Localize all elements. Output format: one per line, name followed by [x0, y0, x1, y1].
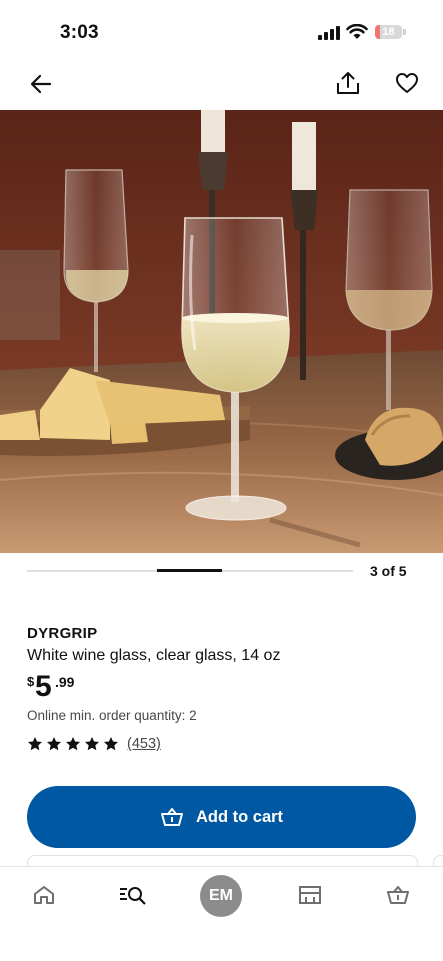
back-arrow-icon	[30, 74, 52, 94]
bottom-navigation: EM	[0, 866, 443, 961]
gallery-pager-indicator	[157, 569, 222, 572]
product-photo	[0, 110, 443, 553]
product-image[interactable]	[0, 110, 443, 553]
add-to-cart-label: Add to cart	[195, 807, 284, 826]
share-button[interactable]	[330, 64, 366, 102]
home-icon	[34, 886, 54, 904]
nav-stores[interactable]	[290, 867, 330, 923]
star-icon	[47, 737, 61, 751]
price-currency: $	[27, 674, 35, 689]
profile-avatar[interactable]: EM	[200, 875, 242, 917]
favorite-button[interactable]	[389, 65, 425, 101]
cart-icon	[160, 808, 183, 826]
cellular-signal-icon	[318, 26, 340, 40]
heart-icon	[396, 73, 418, 93]
rating-stars	[27, 736, 119, 752]
gallery-position: 3 of 5	[370, 563, 407, 579]
star-icon	[85, 737, 99, 751]
bag-icon	[387, 886, 409, 904]
clock: 3:03	[60, 22, 99, 43]
price-decimal: .99	[55, 674, 75, 690]
product-name: DYRGRIP	[27, 625, 98, 642]
review-count-link[interactable]: (453)	[127, 736, 161, 752]
product-description: White wine glass, clear glass, 14 oz	[27, 647, 281, 664]
star-icon	[104, 737, 118, 751]
product-rating[interactable]: (453)	[27, 733, 161, 755]
store-icon	[299, 886, 321, 904]
nav-cart[interactable]	[378, 867, 418, 923]
nav-home[interactable]	[24, 867, 64, 923]
search-icon	[120, 887, 146, 905]
add-to-cart-button[interactable]: Add to cart	[27, 786, 416, 848]
share-icon	[337, 72, 359, 94]
battery-level: 18	[382, 26, 395, 38]
min-order-quantity: Online min. order quantity: 2	[27, 708, 197, 723]
back-button[interactable]	[24, 66, 58, 102]
star-icon	[28, 737, 42, 751]
status-bar: 3:03 18	[0, 0, 443, 60]
top-navigation	[0, 62, 443, 108]
wifi-icon	[346, 24, 368, 39]
price-integer: 5	[35, 670, 52, 703]
battery-tip	[403, 29, 406, 35]
battery-indicator: 18	[375, 25, 402, 39]
nav-search[interactable]	[113, 867, 153, 923]
star-icon	[66, 737, 80, 751]
